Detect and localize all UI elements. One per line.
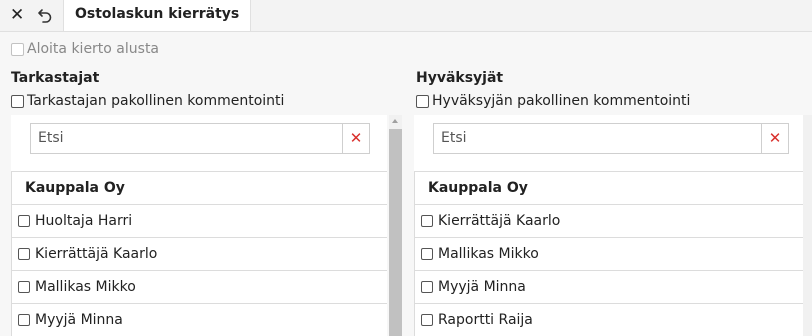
approver-name: Mallikas Mikko	[438, 246, 539, 262]
list-item[interactable]: Myyjä Minna	[414, 271, 803, 304]
restart-label: Aloita kierto alusta	[27, 41, 160, 57]
checkbox-icon[interactable]	[421, 215, 433, 227]
approvers-list: Kauppala Oy Kierrättäjä Kaarlo Mallikas …	[414, 171, 803, 336]
tab-ostolaskun-kierratys[interactable]: Ostolaskun kierrätys	[63, 0, 252, 31]
checkbox-icon[interactable]	[421, 248, 433, 260]
reviewer-name: Mallikas Mikko	[35, 279, 136, 295]
checkbox-icon[interactable]	[18, 215, 30, 227]
list-item[interactable]: Kierrättäjä Kaarlo	[414, 205, 803, 238]
list-item[interactable]: Kierrättäjä Kaarlo	[11, 238, 387, 271]
close-icon[interactable]: ✕	[10, 5, 24, 25]
approver-name: Raportti Raija	[438, 312, 533, 328]
approver-name: Kierrättäjä Kaarlo	[438, 213, 561, 229]
scrollbar-thumb[interactable]	[389, 129, 402, 336]
checkbox-icon[interactable]	[11, 94, 24, 108]
clear-icon[interactable]: ✕	[342, 124, 369, 153]
checkbox-icon[interactable]	[421, 314, 433, 326]
reviewer-name: Huoltaja Harri	[35, 213, 133, 229]
reviewers-required-comment-label: Tarkastajan pakollinen kommentointi	[27, 93, 285, 109]
checkbox-icon[interactable]	[18, 314, 30, 326]
reviewers-title: Tarkastajat	[11, 70, 100, 86]
checkbox-icon[interactable]	[18, 248, 30, 260]
checkbox-icon[interactable]	[416, 94, 429, 108]
approvers-required-comment-label: Hyväksyjän pakollinen kommentointi	[432, 93, 691, 109]
approvers-search-input[interactable]: Etsi	[441, 130, 467, 146]
approvers-panel: Etsi ✕ Kauppala Oy Kierrättäjä Kaarlo Ma…	[414, 115, 803, 336]
reviewers-search[interactable]: Etsi ✕	[30, 123, 370, 154]
approvers-title: Hyväksyjät	[416, 70, 504, 86]
scrollbar[interactable]	[389, 115, 402, 336]
approvers-required-comment[interactable]: Hyväksyjän pakollinen kommentointi	[416, 93, 690, 109]
list-item[interactable]: Huoltaja Harri	[11, 205, 387, 238]
scroll-up-icon[interactable]	[392, 119, 398, 123]
reviewer-name: Kierrättäjä Kaarlo	[35, 246, 158, 262]
group-header: Kauppala Oy	[11, 172, 387, 205]
reviewers-panel: Etsi ✕ Kauppala Oy Huoltaja Harri Kierrä…	[11, 115, 387, 336]
checkbox-icon[interactable]	[421, 281, 433, 293]
checkbox-icon	[11, 42, 24, 56]
scrollbar[interactable]	[803, 115, 812, 336]
checkbox-icon[interactable]	[18, 281, 30, 293]
list-item[interactable]: Mallikas Mikko	[414, 238, 803, 271]
approvers-search[interactable]: Etsi ✕	[433, 123, 789, 154]
reviewers-search-input[interactable]: Etsi	[38, 130, 64, 146]
clear-icon[interactable]: ✕	[761, 124, 788, 153]
toolbar: ✕ Ostolaskun kierrätys	[0, 0, 812, 32]
list-item[interactable]: Mallikas Mikko	[11, 271, 387, 304]
undo-icon[interactable]	[37, 7, 53, 23]
reviewers-list: Kauppala Oy Huoltaja Harri Kierrättäjä K…	[11, 171, 387, 336]
group-header: Kauppala Oy	[414, 172, 803, 205]
reviewer-name: Myyjä Minna	[35, 312, 123, 328]
list-item[interactable]: Raportti Raija	[414, 304, 803, 336]
reviewers-required-comment[interactable]: Tarkastajan pakollinen kommentointi	[11, 93, 284, 109]
approver-name: Myyjä Minna	[438, 279, 526, 295]
list-item[interactable]: Myyjä Minna	[11, 304, 387, 336]
restart-checkbox: Aloita kierto alusta	[11, 41, 159, 57]
